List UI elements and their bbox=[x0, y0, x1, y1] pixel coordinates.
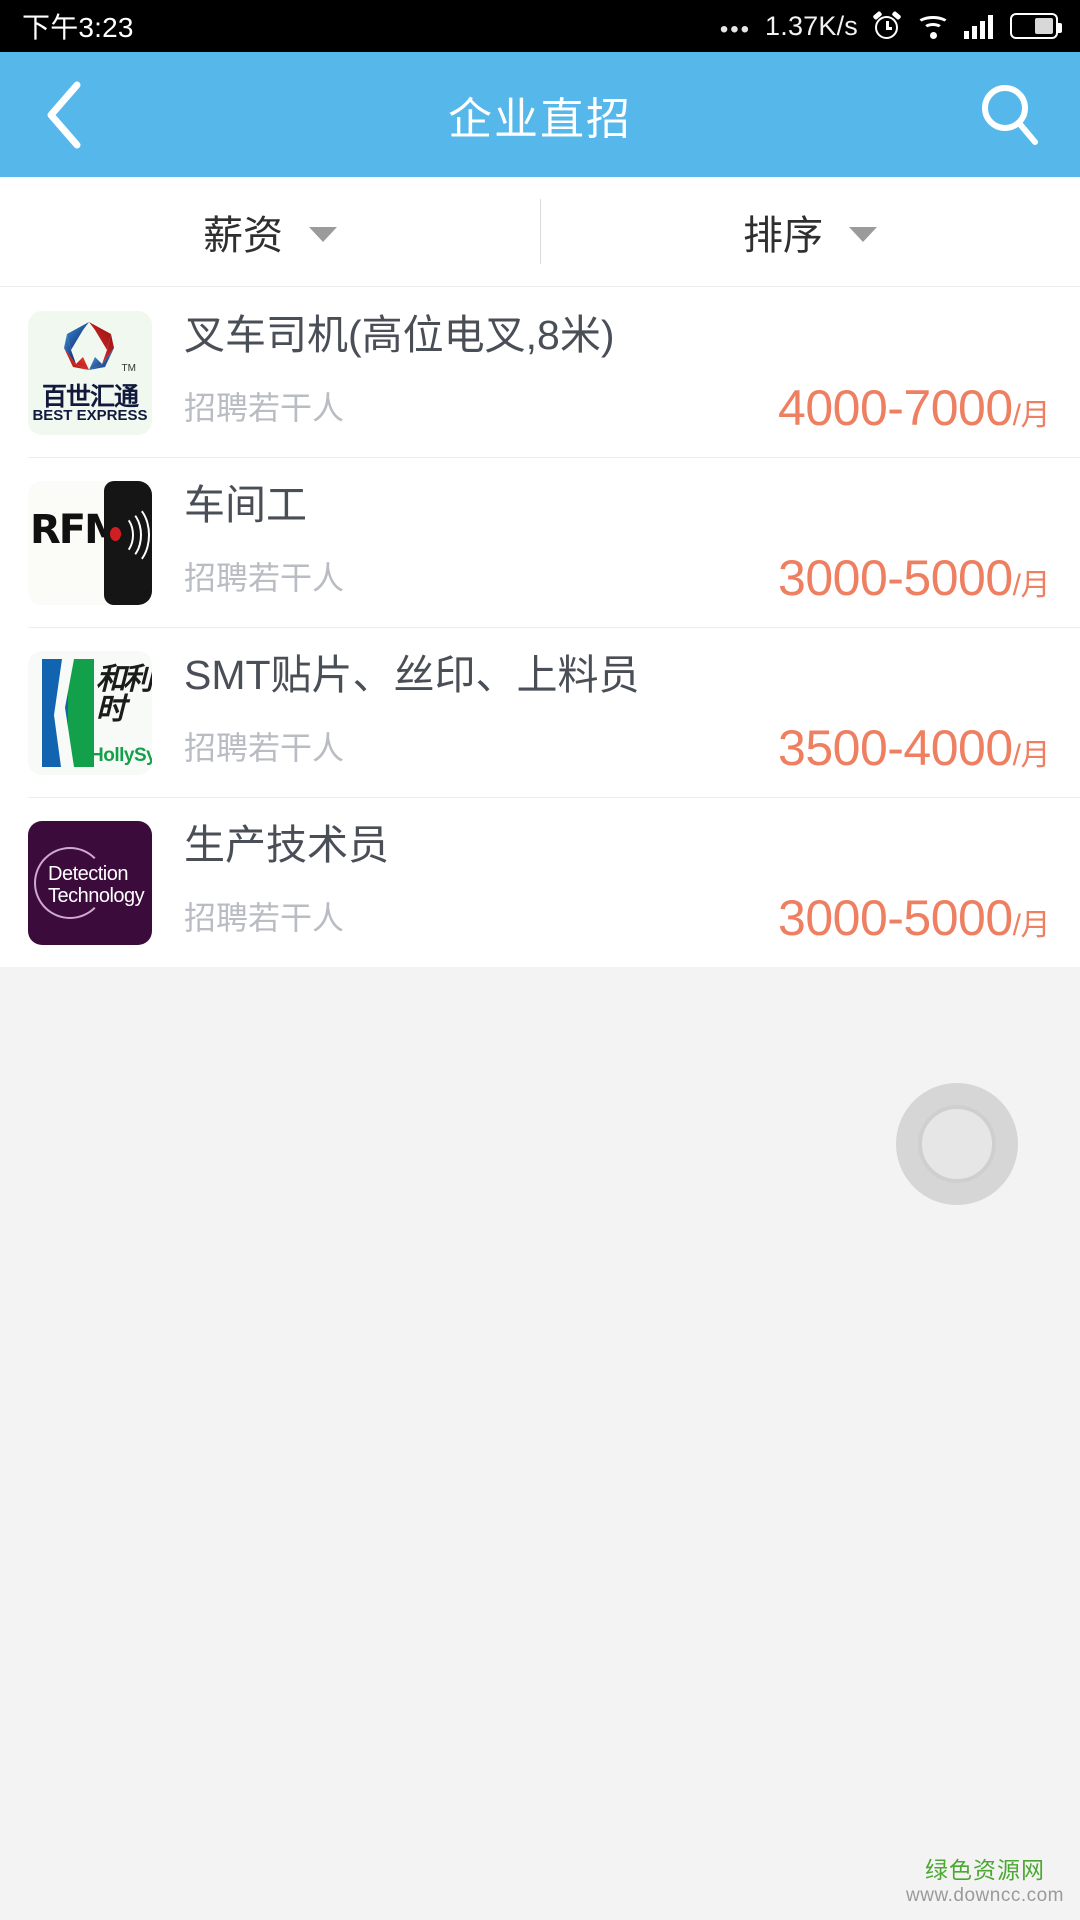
filter-salary-label: 薪资 bbox=[203, 213, 283, 258]
network-speed-label: 1.37K/s bbox=[765, 10, 858, 41]
job-subtitle: 招聘若干人 bbox=[184, 560, 345, 596]
battery-icon bbox=[1010, 13, 1062, 39]
job-title: SMT贴片、丝印、上料员 bbox=[184, 652, 640, 698]
company-logo-line1: Detection bbox=[48, 863, 129, 885]
job-salary-range: 3000-5000 bbox=[778, 550, 1013, 606]
filter-divider bbox=[540, 199, 541, 264]
job-title: 车间工 bbox=[184, 482, 307, 528]
hollysys-logo: 和利时 HollySys bbox=[28, 651, 152, 775]
job-salary-unit: /月 bbox=[1012, 739, 1051, 772]
job-salary-unit: /月 bbox=[1012, 909, 1051, 942]
watermark-site-url: www.downcc.com bbox=[906, 1885, 1064, 1907]
app-header: 企业直招 bbox=[0, 52, 1080, 177]
job-list: TM 百世汇通 BEST EXPRESS 叉车司机(高位电叉,8米) 招聘若干人… bbox=[0, 287, 1080, 967]
floating-assistive-touch-button[interactable] bbox=[896, 1083, 1018, 1205]
job-list-item[interactable]: Detection Technology 生产技术员 招聘若干人 3000-50… bbox=[0, 797, 1080, 967]
job-salary-unit: /月 bbox=[1012, 399, 1051, 432]
filter-salary[interactable]: 薪资 bbox=[0, 177, 540, 287]
filter-bar: 薪资 排序 bbox=[0, 177, 1080, 287]
company-logo-en: BEST EXPRESS bbox=[32, 407, 148, 424]
company-logo-cn: 和利时 bbox=[96, 662, 152, 727]
job-salary: 3500-4000/月 bbox=[778, 719, 1050, 777]
job-title: 叉车司机(高位电叉,8米) bbox=[184, 312, 615, 358]
job-list-item[interactable]: TM 百世汇通 BEST EXPRESS 叉车司机(高位电叉,8米) 招聘若干人… bbox=[0, 287, 1080, 457]
job-subtitle: 招聘若干人 bbox=[184, 390, 345, 426]
watermark: 绿色资源网 www.downcc.com bbox=[906, 1856, 1064, 1909]
floating-button-inner-circle bbox=[918, 1105, 996, 1183]
wifi-icon bbox=[916, 13, 950, 39]
company-logo-mark bbox=[64, 322, 114, 370]
job-salary-range: 3000-5000 bbox=[778, 890, 1013, 946]
more-dots-icon: ••• bbox=[719, 16, 752, 43]
job-salary-unit: /月 bbox=[1012, 569, 1051, 602]
company-logo-line2: Technology bbox=[48, 885, 145, 907]
detection-technology-logo: Detection Technology bbox=[28, 821, 152, 945]
job-info: 车间工 招聘若干人 3000-5000/月 bbox=[152, 479, 1051, 606]
job-salary: 4000-7000/月 bbox=[778, 379, 1050, 437]
watermark-site-name: 绿色资源网 bbox=[925, 1856, 1045, 1883]
job-salary: 3000-5000/月 bbox=[778, 889, 1050, 947]
job-info: SMT贴片、丝印、上料员 招聘若干人 3500-4000/月 bbox=[152, 649, 1051, 776]
alarm-icon bbox=[872, 10, 902, 41]
filter-sort-label: 排序 bbox=[743, 213, 823, 258]
caret-down-icon bbox=[849, 227, 877, 242]
job-title: 生产技术员 bbox=[184, 822, 389, 868]
page-title: 企业直招 bbox=[448, 94, 632, 144]
job-info: 生产技术员 招聘若干人 3000-5000/月 bbox=[152, 819, 1051, 946]
app-root: 下午3:23 ••• 1.37K/s 企业直招 薪资 排序 TM 百世汇通 BE… bbox=[0, 0, 1080, 1920]
caret-down-icon bbox=[309, 227, 337, 242]
best-express-logo: TM 百世汇通 BEST EXPRESS bbox=[28, 311, 152, 435]
company-logo-en: HollySys bbox=[90, 745, 152, 766]
job-list-item[interactable]: 和利时 HollySys SMT贴片、丝印、上料员 招聘若干人 3500-400… bbox=[0, 627, 1080, 797]
trademark-symbol: TM bbox=[121, 363, 136, 374]
job-subtitle: 招聘若干人 bbox=[184, 900, 345, 936]
job-salary-range: 4000-7000 bbox=[778, 380, 1013, 436]
job-salary-range: 3500-4000 bbox=[778, 720, 1013, 776]
rfmd-logo: RFMD bbox=[28, 481, 152, 605]
filter-sort[interactable]: 排序 bbox=[540, 177, 1080, 287]
job-list-item[interactable]: RFMD 车间工 招聘若干人 3000-5000/月 bbox=[0, 457, 1080, 627]
job-info: 叉车司机(高位电叉,8米) 招聘若干人 4000-7000/月 bbox=[152, 309, 1051, 436]
job-salary: 3000-5000/月 bbox=[778, 549, 1050, 607]
job-subtitle: 招聘若干人 bbox=[184, 730, 345, 766]
status-icons: ••• 1.37K/s bbox=[719, 10, 1062, 43]
status-bar: 下午3:23 ••• 1.37K/s bbox=[0, 0, 1080, 52]
status-time: 下午3:23 bbox=[22, 12, 134, 43]
signal-icon bbox=[964, 13, 996, 39]
company-logo-mark bbox=[104, 481, 152, 605]
